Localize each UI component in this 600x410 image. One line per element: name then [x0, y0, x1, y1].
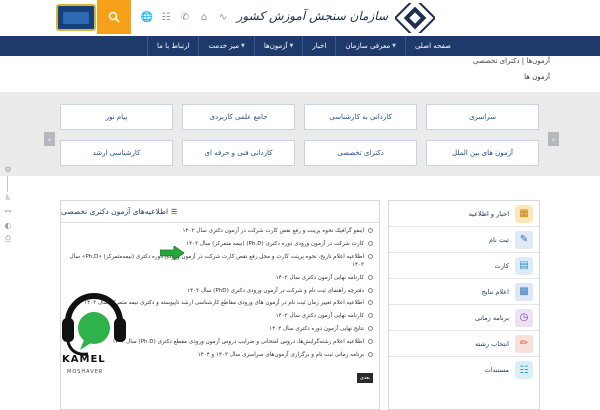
site-name: سازمان سنجش آموزش کشور [236, 9, 388, 23]
slider-next-button[interactable]: › [548, 132, 559, 146]
breadcrumb[interactable]: آزمون‌ها | دکترای تخصصی [473, 57, 550, 65]
phone-icon[interactable]: ✆ [178, 10, 192, 24]
service-menu: ▦ اخبار و اطلاعیه ✎ ثبت نام ▤ کارت ▩ اعل… [388, 200, 540, 410]
menu-item-news[interactable]: ▦ اخبار و اطلاعیه [389, 201, 539, 227]
home-icon[interactable]: ⌂ [197, 10, 211, 24]
newspaper-icon: ▦ [515, 204, 533, 223]
watermark-name: KAMEL [62, 354, 106, 365]
accessibility-toolbar: ⚙ ♿ ⚯ ◐ ⎙ [3, 164, 13, 248]
bullet-icon [368, 300, 373, 306]
list-icon: ☰ [171, 207, 178, 216]
contrast-icon[interactable]: ◐ [3, 220, 13, 230]
watermark-subtitle: MOSHAVER [67, 369, 104, 375]
category-grid: پیام نور جامع علمی کاربردی کاردانی به کا… [60, 104, 540, 130]
arrow-right-icon [160, 246, 184, 260]
rss-icon[interactable]: ∿ [216, 10, 230, 24]
category-card[interactable]: پیام نور [60, 104, 173, 130]
category-card[interactable]: جامع علمی کاربردی [182, 104, 295, 130]
bullet-icon [368, 240, 373, 246]
menu-item-documents[interactable]: ☷ مستندات [389, 357, 539, 383]
top-bar: 🌐 ☷ ✆ ⌂ ∿ سازمان سنجش آموزش کشور [0, 0, 600, 36]
list-item[interactable]: کارت شرکت در آزمون ورودی دوره دکتری (Ph.… [67, 240, 373, 248]
main-nav: صفحه اصلی معرفی سازمان ▼ اخبار آزمون‌ها ▼ … [0, 36, 600, 56]
bullet-icon [368, 338, 373, 344]
chevron-down-icon: ▼ [241, 43, 245, 49]
id-card-icon: ▤ [515, 256, 533, 275]
category-card[interactable]: آزمون های بین الملل [426, 140, 539, 166]
calendar-icon: ◷ [515, 308, 533, 327]
top-icons: 🌐 ☷ ✆ ⌂ ∿ [140, 10, 230, 24]
page-title: آزمون ها [524, 73, 550, 81]
next-page-button[interactable]: بعدی [357, 373, 373, 383]
text-size-icon[interactable]: ⚯ [3, 206, 13, 216]
settings-icon[interactable]: ⚙ [3, 164, 13, 174]
globe-icon[interactable]: 🌐 [140, 10, 154, 24]
category-card[interactable]: کاردانی فنی و حرفه ای [182, 140, 295, 166]
search-button[interactable] [97, 0, 131, 34]
menu-item-card[interactable]: ▤ کارت [389, 253, 539, 279]
sitemap-icon[interactable]: ☷ [159, 10, 173, 24]
list-item[interactable]: اطلاعیه اعلام تاریخ، نحوه پرینت کارت و م… [67, 253, 373, 270]
accessibility-icon[interactable]: ♿ [3, 192, 13, 202]
category-card[interactable]: سراسری [426, 104, 539, 130]
clipboard-icon: ✎ [515, 230, 533, 249]
print-icon[interactable]: ⎙ [3, 234, 13, 244]
menu-item-results[interactable]: ▩ اعلام نتایج [389, 279, 539, 305]
menu-item-major-selection[interactable]: ✏ انتخاب رشته [389, 331, 539, 357]
nav-item-exams[interactable]: آزمون‌ها ▼ [253, 36, 303, 56]
slider-prev-button[interactable]: ‹ [44, 132, 55, 146]
menu-item-schedule[interactable]: ◷ برنامه زمانی [389, 305, 539, 331]
bullet-icon [368, 253, 373, 259]
bullet-icon [368, 228, 373, 233]
emblem-logo[interactable] [56, 4, 96, 31]
menu-item-registration[interactable]: ✎ ثبت نام [389, 227, 539, 253]
pencil-icon: ✏ [515, 334, 533, 353]
nav-item-about[interactable]: معرفی سازمان ▼ [335, 36, 405, 56]
nav-item-news[interactable]: اخبار [302, 36, 335, 56]
page: 🌐 ☷ ✆ ⌂ ∿ سازمان سنجش آموزش کشور صفحه اص… [0, 0, 600, 410]
category-card[interactable]: دکترای تخصصی [304, 140, 417, 166]
nav-item-service-desk[interactable]: میز خدمت ▼ [198, 36, 253, 56]
chevron-down-icon: ▼ [289, 43, 294, 49]
nav-item-contact[interactable]: ارتباط با ما [147, 36, 198, 56]
bullet-icon [368, 313, 373, 319]
bullet-icon [368, 325, 373, 331]
divider [7, 176, 8, 192]
bullet-icon [368, 351, 373, 357]
bullet-icon [368, 287, 373, 293]
category-card[interactable]: کاردانی به کارشناسی [304, 104, 417, 130]
category-card[interactable]: کارشناسی ارشد [60, 140, 173, 166]
search-icon [108, 11, 120, 23]
documents-icon: ☷ [515, 361, 533, 379]
nav-item-home[interactable]: صفحه اصلی [404, 36, 460, 56]
results-icon: ▩ [515, 282, 533, 301]
panel-title: اطلاعیه‌های آزمون دکتری تخصصی [61, 207, 169, 216]
bullet-icon [368, 274, 373, 280]
panel-header: ☰ اطلاعیه‌های آزمون دکتری تخصصی [61, 201, 379, 223]
chevron-down-icon: ▼ [392, 43, 396, 49]
list-item[interactable]: اینفو گرافیک نحوه پرینت و رفع نقص کارت ش… [67, 227, 373, 235]
site-logo-icon[interactable] [395, 3, 435, 33]
